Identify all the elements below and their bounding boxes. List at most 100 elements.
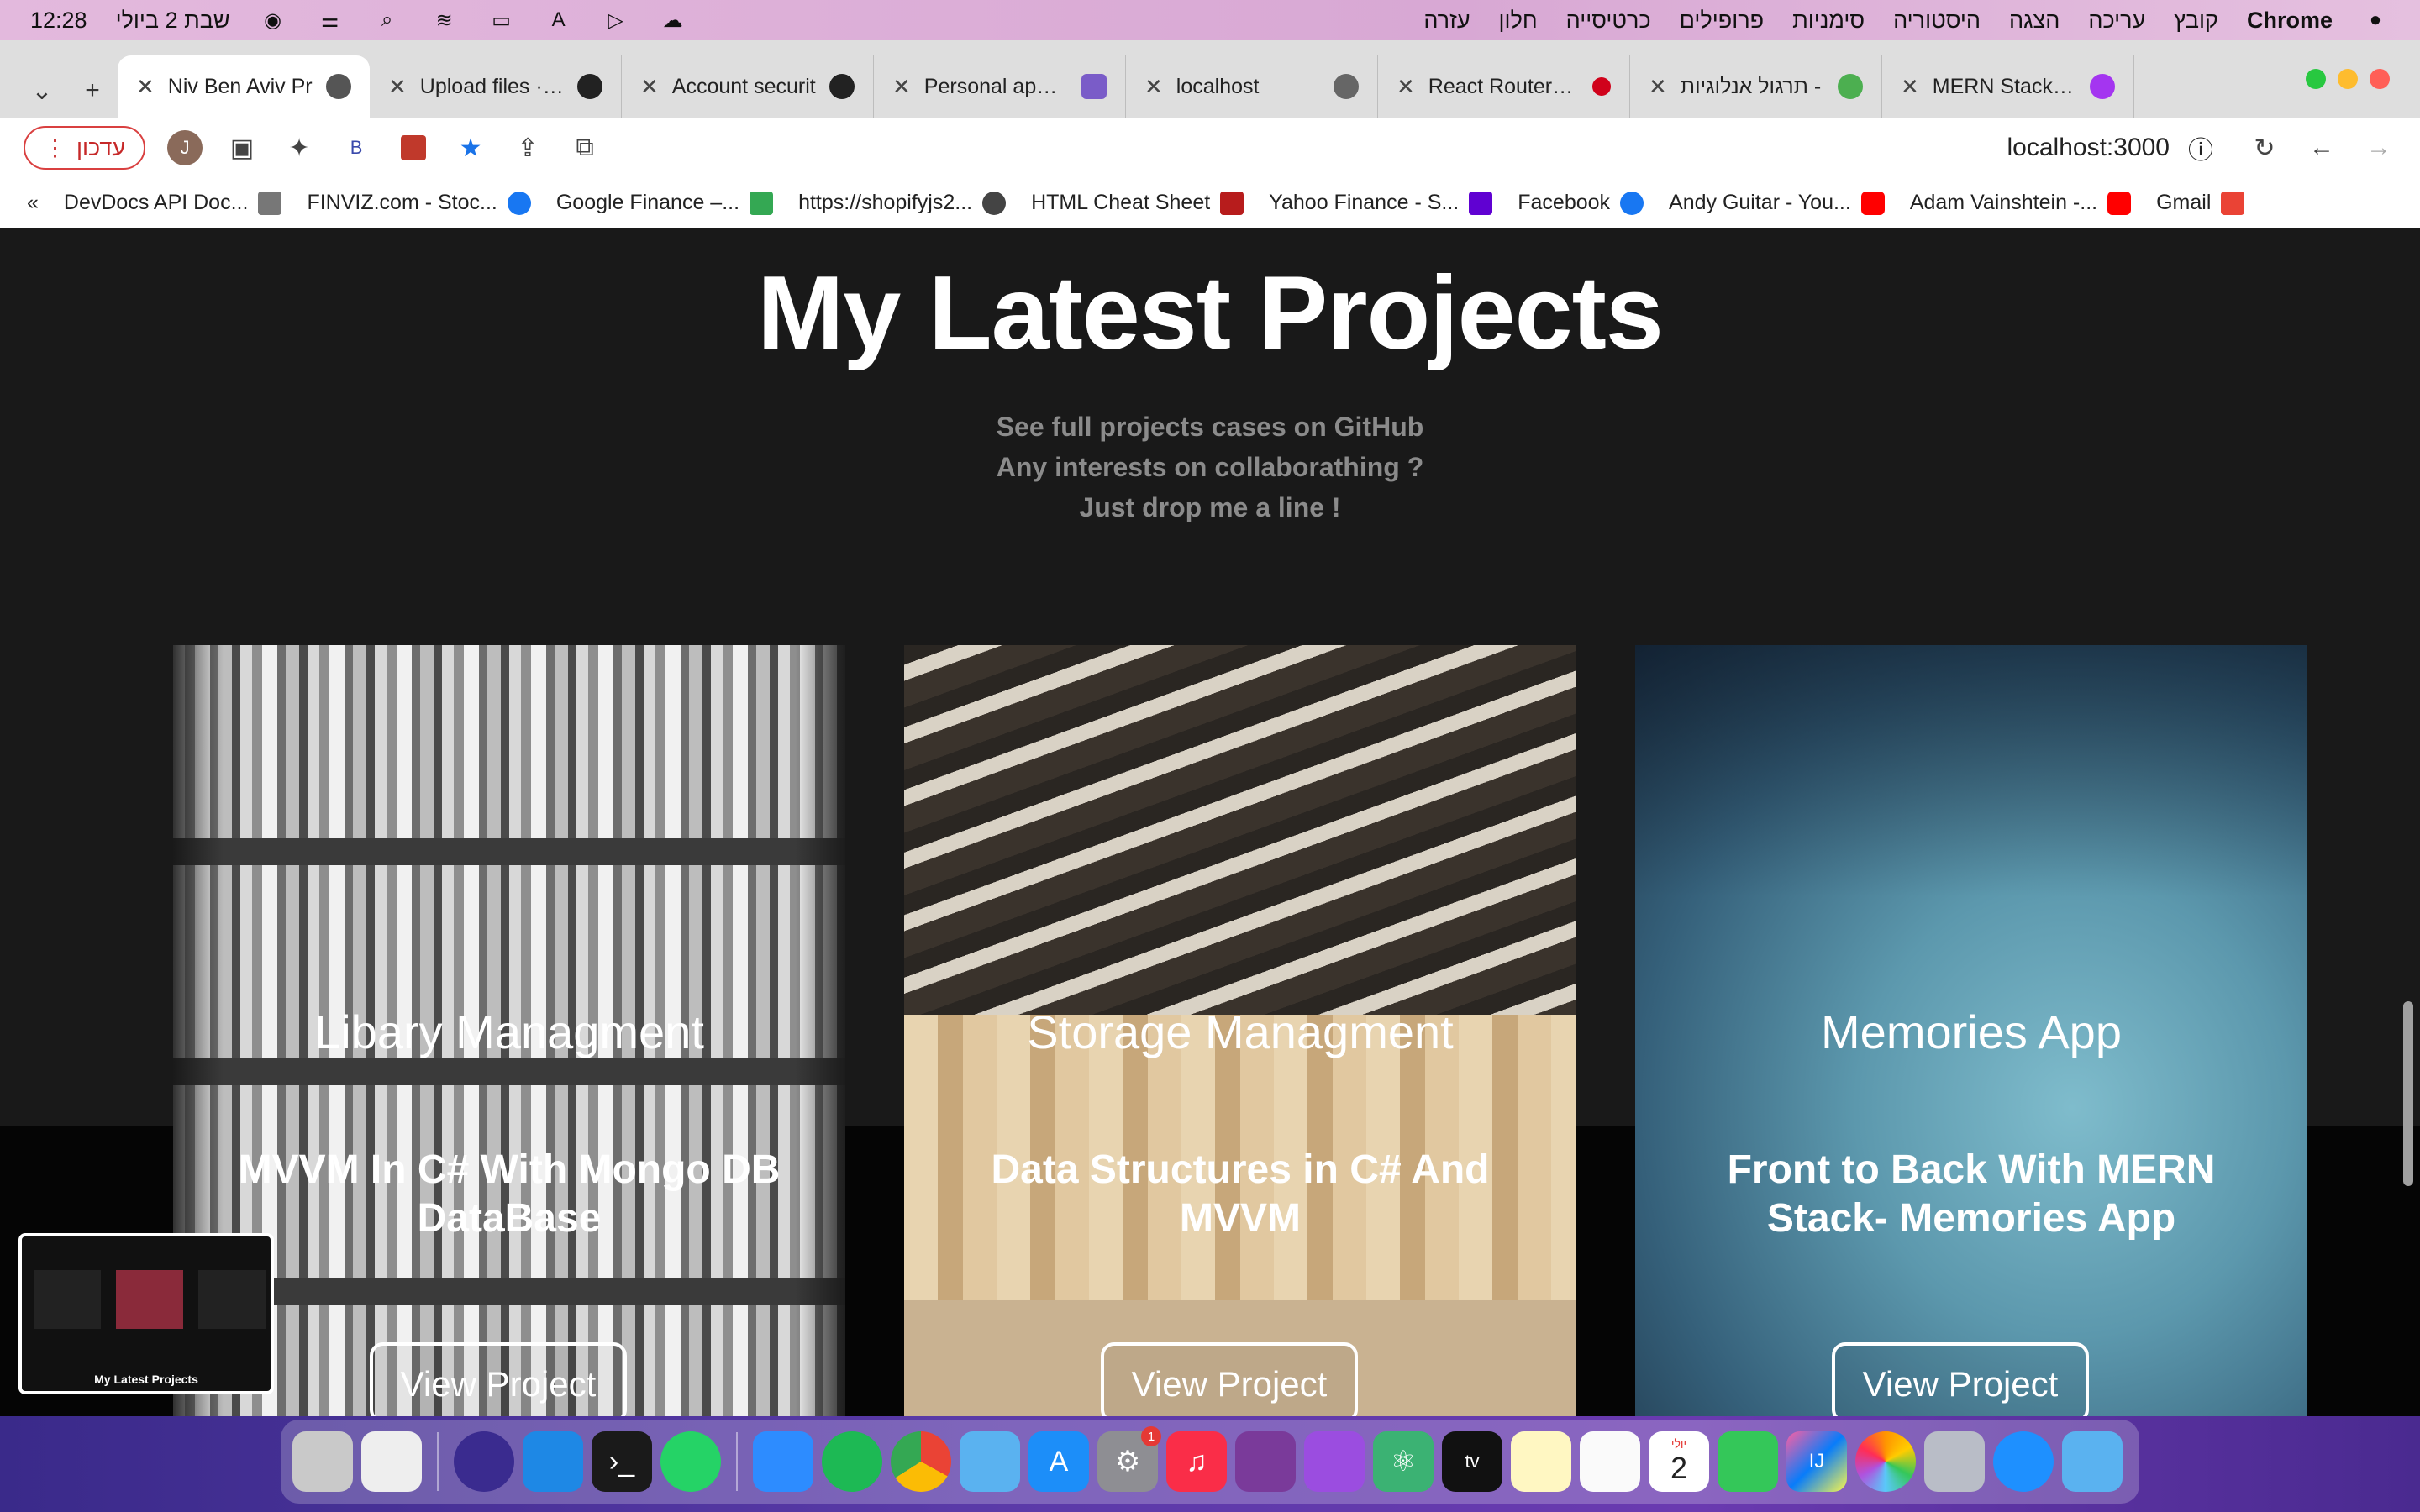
clock[interactable]: 12:28: [30, 8, 87, 34]
update-button[interactable]: ⋮ עדכון: [24, 126, 146, 170]
tab-search-chevron-icon[interactable]: ⌄: [17, 64, 67, 118]
tab-niv-ben-aviv[interactable]: ✕ Niv Ben Aviv Pr: [118, 55, 370, 118]
podcasts-icon[interactable]: [1304, 1431, 1365, 1492]
launchpad-icon[interactable]: [1924, 1431, 1985, 1492]
bookmark-html-cheat-sheet[interactable]: HTML Cheat Sheet: [1031, 191, 1244, 215]
menu-edit[interactable]: עריכה: [2088, 8, 2145, 34]
bookmark-star-icon[interactable]: ★: [453, 130, 488, 165]
address-bar[interactable]: localhost:3000 ⓘ: [624, 125, 2225, 171]
menu-bookmarks[interactable]: סימניות: [1792, 8, 1865, 34]
avatar[interactable]: J: [167, 130, 203, 165]
extension-red-icon[interactable]: [396, 130, 431, 165]
zoom-icon[interactable]: [753, 1431, 813, 1492]
photos-icon[interactable]: [1855, 1431, 1916, 1492]
calendar-icon[interactable]: יולי 2: [1649, 1431, 1709, 1492]
project-card-library[interactable]: Libary Managment MVVM In C# With Mongo D…: [173, 645, 845, 1416]
recent-document-icon[interactable]: [361, 1431, 422, 1492]
spotlight-search-icon[interactable]: ⌕: [373, 8, 402, 31]
control-center-icon[interactable]: ⚌: [316, 9, 345, 32]
apple-tv-icon[interactable]: tv: [1442, 1431, 1502, 1492]
bookmark-facebook[interactable]: Facebook: [1518, 191, 1644, 215]
reload-icon[interactable]: ↻: [2247, 130, 2282, 165]
bookmark-andy-guitar[interactable]: Andy Guitar - You...: [1669, 191, 1885, 215]
notes-icon[interactable]: [1511, 1431, 1571, 1492]
close-icon[interactable]: ✕: [1397, 74, 1415, 100]
minimize-button[interactable]: [2338, 69, 2358, 89]
extension-b-icon[interactable]: B: [339, 130, 374, 165]
menu-profiles[interactable]: פרופילים: [1680, 8, 1764, 34]
close-icon[interactable]: ✕: [388, 74, 407, 100]
view-project-button[interactable]: View Project: [1101, 1342, 1358, 1416]
finder-icon[interactable]: [960, 1431, 1020, 1492]
tab-personal-apps[interactable]: ✕ Personal apps |: [874, 55, 1126, 118]
zoom-button[interactable]: [2306, 69, 2326, 89]
menu-history[interactable]: היסטוריה: [1893, 8, 1981, 34]
menu-help[interactable]: עזרה: [1423, 8, 1470, 34]
tab-localhost[interactable]: ✕ localhost: [1126, 55, 1378, 118]
menu-app-name[interactable]: Chrome: [2247, 8, 2333, 34]
translate-icon[interactable]: ⧉: [567, 130, 602, 165]
menu-view[interactable]: הצגה: [2009, 8, 2060, 34]
reminders-icon[interactable]: [1580, 1431, 1640, 1492]
view-project-button[interactable]: View Project: [370, 1342, 627, 1416]
bookmark-adam-vainshtein[interactable]: Adam Vainshtein -...: [1910, 191, 2132, 215]
atom-icon[interactable]: ⚛: [1373, 1431, 1434, 1492]
share-icon[interactable]: ⇪: [510, 130, 545, 165]
facetime-icon[interactable]: [1718, 1431, 1778, 1492]
extensions-puzzle-icon[interactable]: ✦: [281, 130, 317, 165]
close-icon[interactable]: ✕: [1649, 74, 1667, 100]
bookmark-google-finance[interactable]: Google Finance –...: [556, 191, 774, 215]
side-panel-icon[interactable]: ▣: [224, 130, 260, 165]
tab-account-security[interactable]: ✕ Account securit: [622, 55, 874, 118]
system-settings-icon[interactable]: ⚙ 1: [1097, 1426, 1161, 1492]
close-icon[interactable]: ✕: [1901, 74, 1919, 100]
tab-upload-files[interactable]: ✕ Upload files · Ni: [370, 55, 622, 118]
wifi-icon[interactable]: ≋: [430, 9, 459, 32]
url-text[interactable]: localhost:3000: [2007, 134, 2170, 162]
media-play-icon[interactable]: ▷: [602, 9, 630, 32]
bookmarks-overflow-icon[interactable]: «: [27, 191, 39, 215]
whatsapp-icon[interactable]: [660, 1431, 721, 1492]
winrar-icon[interactable]: [1235, 1431, 1296, 1492]
project-card-storage[interactable]: Storage Managment Data Structures in C# …: [904, 645, 1576, 1416]
vscode-icon[interactable]: [523, 1431, 583, 1492]
page-scrollbar[interactable]: [2403, 1001, 2413, 1186]
downloads-folder-icon[interactable]: [2062, 1431, 2123, 1492]
new-tab-plus-icon[interactable]: +: [67, 64, 118, 118]
creative-cloud-icon[interactable]: ☁: [659, 9, 687, 32]
close-icon[interactable]: ✕: [892, 74, 911, 100]
bookmark-shopify[interactable]: https://shopifyjs2...: [798, 191, 1007, 215]
bookmark-finviz[interactable]: FINVIZ.com - Stoc...: [307, 191, 531, 215]
tab-react-router[interactable]: ✕ React Router | C: [1378, 55, 1630, 118]
apple-icon[interactable]: ●: [2361, 8, 2390, 31]
close-icon[interactable]: ✕: [1144, 74, 1163, 100]
battery-icon[interactable]: ▭: [487, 9, 516, 32]
forward-arrow-icon[interactable]: →: [2361, 130, 2396, 165]
close-window-button[interactable]: [2370, 69, 2390, 89]
terminal-icon[interactable]: ›_: [592, 1431, 652, 1492]
bookmark-yahoo-finance[interactable]: Yahoo Finance - S...: [1269, 191, 1493, 215]
music-icon[interactable]: ♫: [1166, 1431, 1227, 1492]
trash-icon[interactable]: [292, 1431, 353, 1492]
menu-window[interactable]: חלון: [1499, 8, 1538, 34]
app-store-icon[interactable]: A: [1028, 1431, 1089, 1492]
input-source-icon[interactable]: A: [544, 8, 573, 31]
arc-icon[interactable]: [454, 1431, 514, 1492]
spotify-icon[interactable]: [822, 1431, 882, 1492]
screenshot-thumbnail[interactable]: My Latest Projects: [18, 1233, 274, 1394]
close-icon[interactable]: ✕: [640, 74, 659, 100]
menu-tab[interactable]: כרטיסייה: [1566, 8, 1651, 34]
bookmark-gmail[interactable]: Gmail: [2156, 191, 2245, 215]
tab-analogies[interactable]: ✕ תרגול אנלוגיות -: [1630, 55, 1882, 118]
project-card-memories[interactable]: Memories App Front to Back With MERN Sta…: [1635, 645, 2307, 1416]
tab-mern-stack[interactable]: ✕ MERN Stack Co: [1882, 55, 2134, 118]
close-icon[interactable]: ✕: [136, 74, 155, 100]
site-info-icon[interactable]: ⓘ: [2188, 129, 2213, 166]
date[interactable]: שבת 2 ביולי: [116, 8, 230, 34]
intellij-icon[interactable]: IJ: [1786, 1431, 1847, 1492]
view-project-button[interactable]: View Project: [1832, 1342, 2089, 1416]
bookmark-devdocs[interactable]: DevDocs API Doc...: [64, 191, 282, 215]
back-arrow-icon[interactable]: ←: [2304, 130, 2339, 165]
chrome-icon[interactable]: [891, 1431, 951, 1492]
menu-file[interactable]: קובץ: [2174, 8, 2218, 34]
